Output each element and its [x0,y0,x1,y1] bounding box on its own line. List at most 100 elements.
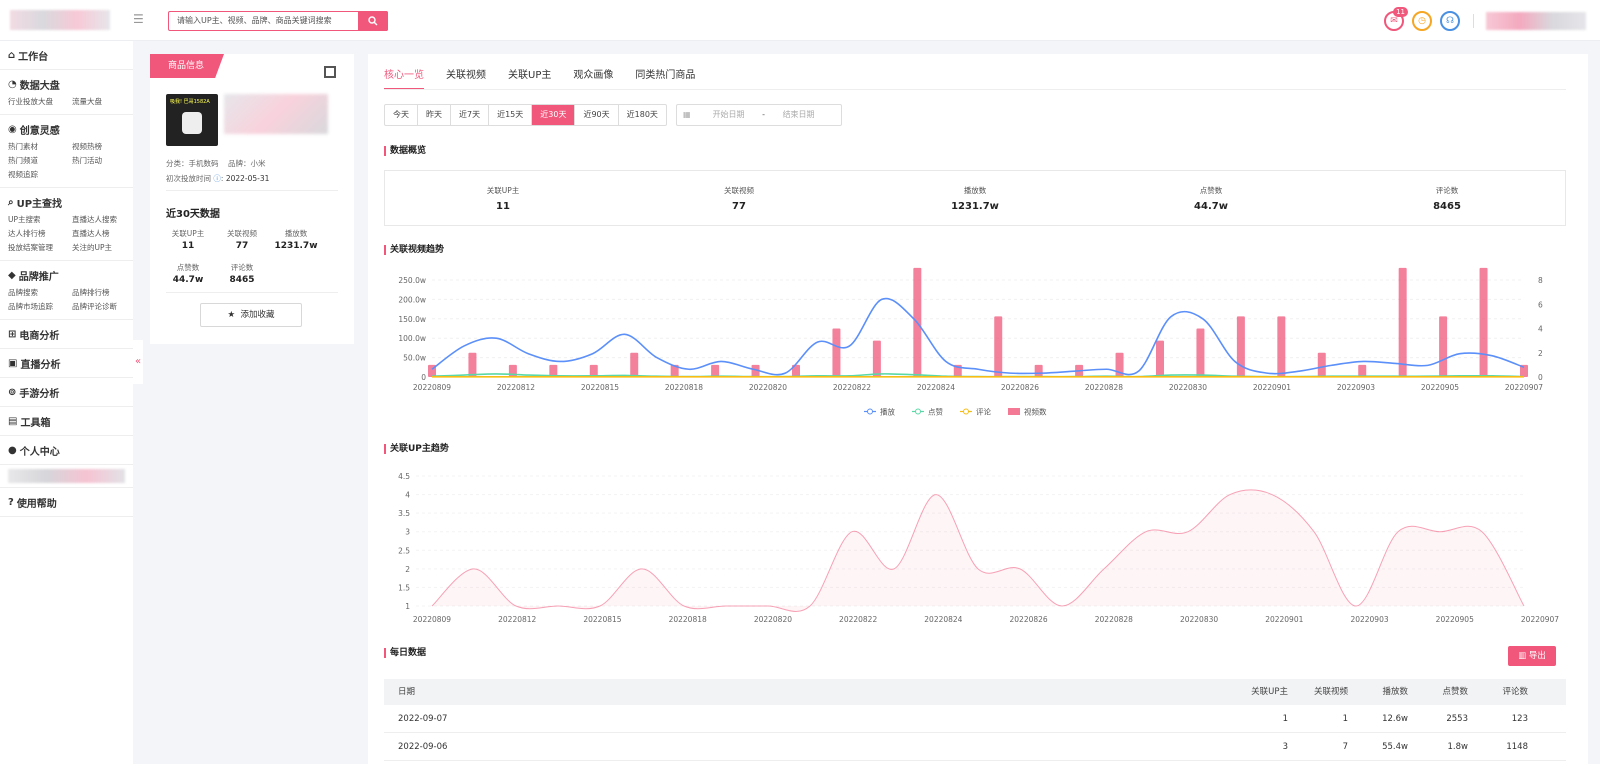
end-date-input[interactable]: 结束日期 [769,105,829,125]
th-comment[interactable]: 评论数 [1474,679,1534,705]
stat-label: 评论数 [230,263,254,272]
sidebar-label: 手游分析 [19,388,60,400]
x-tick-label: 20220830 [1169,383,1207,392]
legend-label: 播放 [880,407,895,417]
sidebar-sub-item[interactable]: UP主搜索 [8,214,72,226]
sidebar-sub-item[interactable]: 流量大盘 [72,96,136,108]
user-avatar[interactable] [1486,12,1586,30]
sidebar-label: 品牌推广 [18,271,59,283]
sidebar-sub-item[interactable]: 热门活动 [72,155,136,167]
th-play[interactable]: 播放数 [1354,679,1414,705]
sidebar-sub-item[interactable]: 品牌评论诊断 [72,301,136,313]
sidebar-sub-item[interactable]: 视频热榜 [72,141,136,153]
range-7[interactable]: 近7天 [451,105,490,125]
gamepad-icon: ⊚ [8,386,17,398]
sidebar-sub-item[interactable]: 热门素材 [8,141,72,153]
date-range-picker[interactable]: ▦ 开始日期 - 结束日期 [676,104,842,126]
range-yesterday[interactable]: 昨天 [418,105,451,125]
sidebar-label: 工具箱 [20,417,51,429]
y-tick-label: 50.0w [403,354,426,363]
tab-similar[interactable]: 同类热门商品 [635,64,695,90]
cell: 1.8w [1447,742,1468,752]
sidebar-item-help[interactable]: ? 使用帮助 [8,494,133,510]
export-button[interactable]: ▥ 导出 [1508,646,1556,666]
th-date[interactable]: 日期 [384,679,1234,705]
sidebar-sub-item[interactable]: 热门频道 [8,155,72,167]
add-favorite-button[interactable]: ★ 添加收藏 [200,303,302,327]
th-video[interactable]: 关联视频 [1294,679,1354,705]
cell: 1 [1282,714,1288,724]
sidebar-item-up-search[interactable]: ⌕ UP主查找 [8,194,133,210]
range-15[interactable]: 近15天 [489,105,533,125]
sidebar-label: 直播分析 [20,359,61,371]
sidebar-item-brand[interactable]: ◆ 品牌推广 [8,267,133,283]
x-tick-label: 20220905 [1421,383,1459,392]
clock-icon[interactable]: ◷ [1412,11,1432,31]
sidebar-sub-item[interactable]: 品牌市场追踪 [8,301,72,313]
stat-value: 1231.7w [274,241,318,251]
headset-icon[interactable]: ☊ [1440,11,1460,31]
sidebar-item-games[interactable]: ⊚ 手游分析 [8,384,133,400]
cart-icon: ⊞ [8,328,17,340]
bar-video-count [468,352,477,377]
range-90[interactable]: 近90天 [575,105,619,125]
bar-video-count [630,352,639,377]
sidebar-item-tools[interactable]: ▤ 工具箱 [8,413,133,429]
y-tick-label: 250.0w [398,276,426,285]
sidebar-sub-item[interactable]: 品牌排行榜 [72,287,136,299]
sidebar-label: 使用帮助 [16,498,57,510]
sidebar-sub-item[interactable]: 直播达人搜索 [72,214,136,226]
range-30[interactable]: 近30天 [532,105,576,125]
bulb-icon: ◉ [8,123,17,135]
sidebar-sub-item[interactable]: 行业投放大盘 [8,96,72,108]
tab-audience[interactable]: 观众画像 [573,64,613,90]
range-180[interactable]: 近180天 [619,105,666,125]
up-trend-chart[interactable]: 4.5 4 3.5 3 2.5 2 1.5 120220809 20220812 20220815… [384,466,1574,626]
sidebar-item-ecommerce[interactable]: ⊞ 电商分析 [8,326,133,342]
tab-core[interactable]: 核心一览 [384,64,424,90]
sidebar-sub-item[interactable]: 投放结案管理 [8,242,72,254]
overview-up: 关联UP主 11 [385,171,621,225]
divider [166,292,338,293]
sidebar-item-live[interactable]: ▣ 直播分析 [8,355,133,371]
x-tick-label: 20220815 [581,383,619,392]
x-tick-label: 20220907 [1521,615,1559,624]
video-trend-chart[interactable]: 250.0w200.0w150.0w100.0w50.0w08642020220… [384,266,1574,426]
y-tick-label: 2.5 [398,546,410,555]
info-icon[interactable]: ⓘ [213,174,221,183]
tab-videos[interactable]: 关联视频 [446,64,486,90]
product-image[interactable]: 吸我! 巴哥1582A [166,94,218,146]
stat-label: 点赞数 [176,263,200,272]
sidebar-sub-item[interactable]: 达人排行榜 [8,228,72,240]
overview-like: 点赞数 44.7w [1093,171,1329,225]
tab-ups[interactable]: 关联UP主 [508,64,551,90]
search-input[interactable]: 请输入UP主、视频、品牌、商品关键词搜索 [168,11,388,31]
collapse-sidebar-icon[interactable]: « [133,340,143,384]
sidebar-sub-item[interactable]: 关注的UP主 [72,242,136,254]
overview-value: 1231.7w [951,201,999,212]
logo[interactable] [10,10,110,30]
scrollbar-track[interactable] [1588,54,1600,764]
menu-toggle-icon[interactable]: ☰ [133,13,145,25]
range-today[interactable]: 今天 [385,105,418,125]
search-button[interactable] [358,11,388,31]
sidebar-sub-item[interactable]: 直播达人榜 [72,228,136,240]
th-like[interactable]: 点赞数 [1414,679,1474,705]
sidebar: ⌂ 工作台 ◔ 数据大盘 行业投放大盘 流量大盘 ◉ 创意灵感 热门素材 视频热榜 热… [0,41,133,764]
sidebar-item-data[interactable]: ◔ 数据大盘 [8,76,133,92]
start-date-input[interactable]: 开始日期 [699,105,759,125]
mail-icon[interactable]: ✉ 11 [1384,7,1408,31]
th-up[interactable]: 关联UP主 [1234,679,1294,705]
qrcode-icon[interactable] [324,66,336,78]
sidebar-item-personal[interactable]: ● 个人中心 [8,442,133,458]
y-tick-label: 2 [405,565,410,574]
x-tick-label: 20220830 [1180,615,1218,624]
sidebar-sub-item[interactable]: 品牌搜索 [8,287,72,299]
export-icon: ▥ [1518,651,1527,661]
sidebar-item-creative[interactable]: ◉ 创意灵感 [8,121,133,137]
sidebar-item-workbench[interactable]: ⌂ 工作台 [8,47,133,63]
x-tick-label: 20220818 [665,383,703,392]
cell: 7 [1342,742,1348,752]
sidebar-sub-item[interactable]: 视频追踪 [8,169,72,181]
product-card: 商品信息 吸我! 巴哥1582A 分类：手机数码 品牌：小米 初次投放时间 ⓘ:… [150,54,354,344]
